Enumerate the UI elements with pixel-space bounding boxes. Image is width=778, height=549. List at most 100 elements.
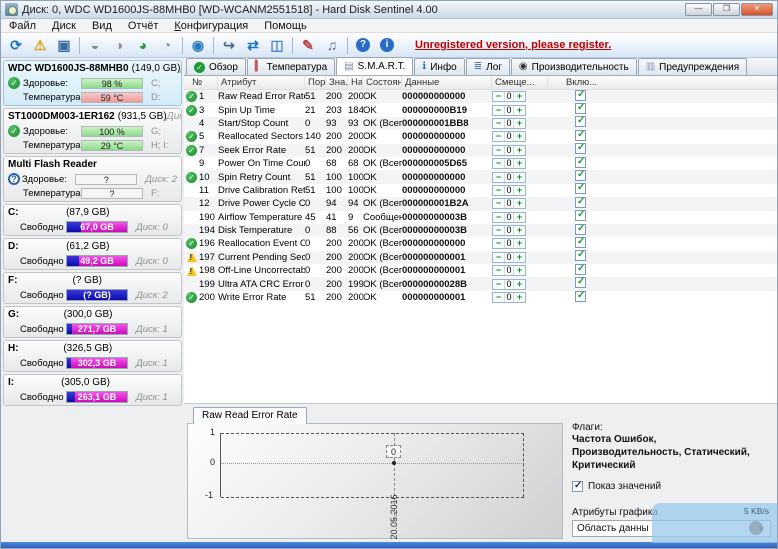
offset-decrease-button[interactable]: − [493, 212, 504, 222]
smart-attribute-row[interactable]: ✓ 10 Spin Retry Count 51 100 100 OK 00000000000… [184, 170, 777, 184]
smart-attribute-row[interactable]: 11Drive Calibration Retry ...51100100OK0… [184, 183, 777, 197]
show-values-checkbox[interactable] [572, 480, 583, 492]
tab-overview[interactable]: ✓ Обзор [186, 58, 246, 75]
offset-decrease-button[interactable]: − [493, 145, 504, 155]
graph-tab-raw-read-error-rate[interactable]: Raw Read Error Rate [193, 407, 307, 424]
attribute-enabled-checkbox[interactable] [575, 183, 586, 195]
offset-increase-button[interactable]: + [514, 185, 525, 195]
offset-decrease-button[interactable]: − [493, 293, 504, 303]
column-header-8[interactable]: Вклю... [548, 76, 608, 89]
offset-increase-button[interactable]: + [514, 132, 525, 142]
volume-panel-H[interactable]: H: (326,5 GB) Свободно 302,3 GB Диск: 1 [3, 340, 182, 372]
smart-attribute-row[interactable]: ✓5Reallocated Sectors Co...140200200OK00… [184, 129, 777, 143]
column-header-7[interactable]: Смеще... [492, 76, 548, 89]
attribute-enabled-checkbox[interactable] [575, 223, 586, 235]
info-icon[interactable]: i [375, 35, 399, 56]
column-header-2[interactable]: Пор... [305, 76, 326, 89]
offset-increase-button[interactable]: + [514, 239, 525, 249]
world-icon[interactable]: ◉ [186, 35, 210, 56]
offset-increase-button[interactable]: + [514, 92, 525, 102]
smart-attribute-row[interactable]: 4Start/Stop Count09393OK (Всегда...00000… [184, 116, 777, 131]
column-header-5[interactable]: Состояние [363, 76, 402, 89]
attribute-enabled-checkbox[interactable] [575, 129, 586, 141]
close-button[interactable]: ✕ [741, 3, 773, 16]
offset-decrease-button[interactable]: − [493, 239, 504, 249]
tab-performance[interactable]: ◉ Производительность [510, 58, 637, 75]
attribute-enabled-checkbox[interactable] [575, 250, 586, 262]
disk-restore-icon[interactable]: ◑ [107, 35, 131, 56]
offset-increase-button[interactable]: + [514, 145, 525, 155]
disk-panel-2[interactable]: Multi Flash Reader? Здоровье:? Диск: 2 Темп… [3, 156, 182, 202]
offset-increase-button[interactable]: + [514, 252, 525, 262]
minimize-button[interactable]: — [685, 3, 712, 16]
attribute-enabled-checkbox[interactable] [575, 116, 586, 128]
disk-panel-0[interactable]: WDC WD1600JS-88MHB0(149,0 GB)Диск:✓Здоро… [3, 60, 182, 106]
menu-item-disk[interactable]: Диск [44, 20, 84, 32]
offset-decrease-button[interactable]: − [493, 92, 504, 102]
sync-icon[interactable]: ⇄ [241, 35, 265, 56]
attribute-enabled-checkbox[interactable] [575, 89, 586, 101]
offset-decrease-button[interactable]: − [493, 279, 504, 289]
smart-attribute-row[interactable]: 9Power On Time Count06868OK (Всегда...00… [184, 156, 777, 170]
smart-attribute-row[interactable]: 199Ultra ATA CRC Error Co...0200199OK (В… [184, 277, 777, 291]
volume-panel-D[interactable]: D: (61,2 GB) Свободно 49,2 GB Диск: 0 [3, 238, 182, 270]
disk-panel-1[interactable]: ST1000DM003-1ER162(931,5 GB)Диск: 1✓Здор… [3, 108, 182, 154]
attribute-enabled-checkbox[interactable] [575, 156, 586, 168]
menu-item-view[interactable]: Вид [84, 20, 120, 32]
smart-attribute-row[interactable]: ✓ 200 Write Error Rate 51 200 200 OK 0000000000… [184, 290, 777, 304]
tab-alerts[interactable]: ▥ Предупреждения [637, 58, 748, 75]
network-icon[interactable]: ◫ [265, 35, 289, 56]
offset-increase-button[interactable]: + [514, 118, 525, 128]
menu-item-report[interactable]: Отчёт [120, 20, 166, 32]
offset-decrease-button[interactable]: − [493, 105, 504, 115]
exit-icon[interactable]: ↪ [217, 35, 241, 56]
offset-decrease-button[interactable]: − [493, 252, 504, 262]
offset-decrease-button[interactable]: − [493, 118, 504, 128]
attribute-enabled-checkbox[interactable] [575, 170, 586, 182]
offset-decrease-button[interactable]: − [493, 132, 504, 142]
disk-eject-icon[interactable]: ◒ [83, 35, 107, 56]
offset-decrease-button[interactable]: − [493, 172, 504, 182]
smart-attribute-row[interactable]: 12Drive Power Cycle Count09494OK (Всегда… [184, 196, 777, 211]
attribute-enabled-checkbox[interactable] [575, 237, 586, 248]
volume-panel-G[interactable]: G: (300,0 GB) Свободно 271,7 GB Диск: 1 [3, 306, 182, 338]
volume-panel-F[interactable]: F: (? GB) Свободно (? GB) Диск: 2 [3, 272, 182, 304]
smart-attribute-row[interactable]: ✓ 3 Spin Up Time 21 203 184 OK 000000000B19 −0 + [184, 103, 777, 116]
column-header-4[interactable]: Наи... [348, 76, 363, 89]
offset-increase-button[interactable]: + [514, 199, 525, 209]
attribute-enabled-checkbox[interactable] [575, 263, 586, 275]
problems-icon[interactable]: ⚠ [28, 35, 52, 56]
smart-attribute-row[interactable]: ✓196Reallocation Event Count0200200OK (В… [184, 237, 777, 250]
offset-decrease-button[interactable]: − [493, 266, 504, 276]
offset-increase-button[interactable]: + [514, 105, 525, 115]
attribute-enabled-checkbox[interactable] [575, 210, 586, 222]
column-header-6[interactable]: Данные [402, 76, 492, 89]
attribute-enabled-checkbox[interactable] [575, 277, 586, 289]
smart-attribute-row[interactable]: ✓ 7 Seek Error Rate 51 200 200 OK 000000000000−… [184, 143, 777, 157]
display-icon[interactable]: ▣ [52, 35, 76, 56]
report-monitor-icon[interactable]: ✎ [296, 35, 320, 56]
smart-attribute-row[interactable]: 198Off-Line Uncorrectable ...0200200OK (… [184, 263, 777, 277]
offset-increase-button[interactable]: + [514, 293, 525, 303]
attribute-enabled-checkbox[interactable] [575, 143, 586, 155]
disk-search-icon[interactable]: ◔ [155, 35, 179, 56]
volume-panel-C[interactable]: C: (87,9 GB) Свободно 67,0 GB Диск: 0 [3, 204, 182, 236]
column-header-3[interactable]: Зна... [326, 76, 348, 89]
offset-increase-button[interactable]: + [514, 212, 525, 222]
offset-decrease-button[interactable]: − [493, 185, 504, 195]
tab-log[interactable]: ≣ Лог [465, 58, 510, 75]
column-header-1[interactable]: Атрибут [218, 76, 305, 89]
smart-attribute-row[interactable]: 194Disk Temperature08856OK (Всегда...000… [184, 223, 777, 238]
sound-icon[interactable]: ♫ [320, 35, 344, 56]
offset-decrease-button[interactable]: − [493, 159, 504, 169]
maximize-button[interactable]: ❐ [713, 3, 740, 16]
disk-accept-icon[interactable]: ◕ [131, 35, 155, 56]
smart-attribute-row[interactable]: 190Airflow Temperature45419Сообщен...000… [184, 210, 777, 224]
offset-increase-button[interactable]: + [514, 172, 525, 182]
offset-increase-button[interactable]: + [514, 159, 525, 169]
attribute-enabled-checkbox[interactable] [575, 196, 586, 208]
menu-item-file[interactable]: Файл [1, 20, 44, 32]
menu-item-help[interactable]: Помощь [256, 20, 315, 32]
offset-increase-button[interactable]: + [514, 226, 525, 236]
refresh-icon[interactable]: ⟳ [4, 35, 28, 56]
